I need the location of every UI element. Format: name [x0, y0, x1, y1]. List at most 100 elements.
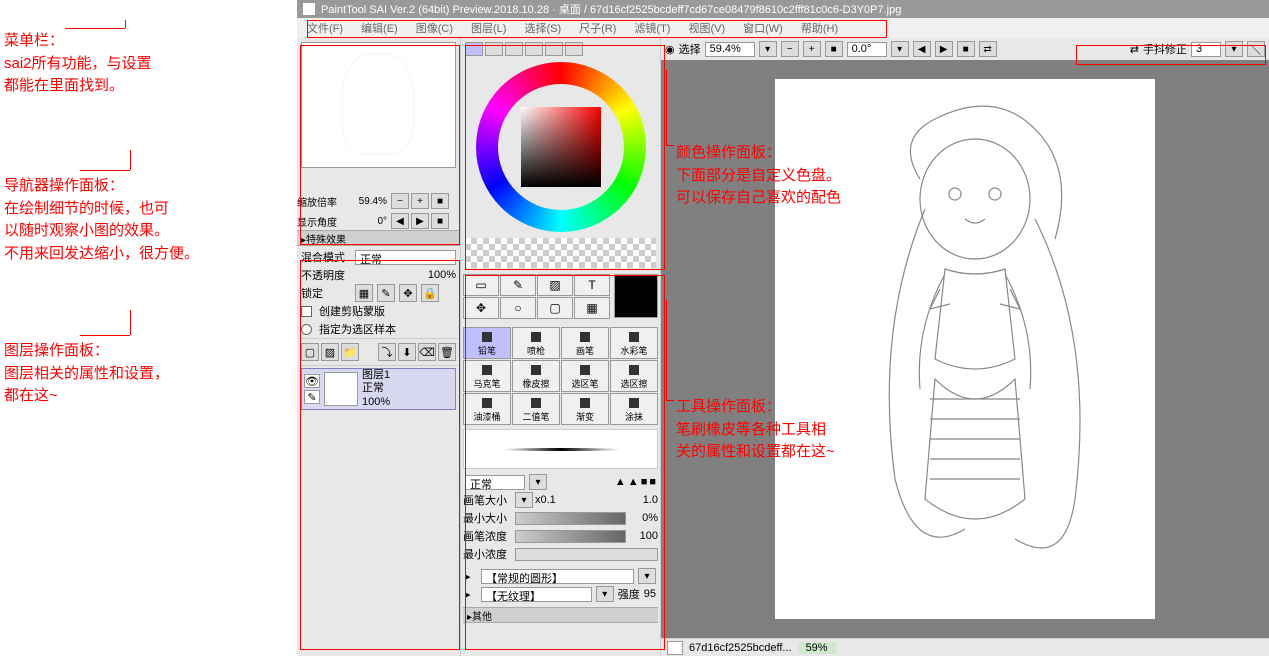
tool-move[interactable]: ✥ — [463, 297, 499, 319]
brush-selpen[interactable]: 选区笔 — [561, 360, 609, 392]
color-scratch-tab[interactable] — [565, 42, 583, 56]
brush-mode-down-icon[interactable]: ▾ — [529, 474, 547, 490]
stabilizer-flip-icon[interactable]: ⇄ — [1130, 43, 1139, 56]
tool-lasso[interactable]: ✎ — [500, 274, 536, 296]
delete-layer-icon[interactable]: 🗑 — [438, 343, 456, 361]
clear-layer-icon[interactable]: ⌫ — [418, 343, 436, 361]
canvas-angle-right[interactable]: ▶ — [935, 41, 953, 57]
seltemplate-radio[interactable] — [301, 324, 312, 335]
size-toggle[interactable]: ▾ — [515, 492, 533, 508]
edge-shape-2[interactable]: ▲ — [628, 476, 639, 488]
brush-eraser[interactable]: 橡皮擦 — [512, 360, 560, 392]
canvas-zoom-minus[interactable]: − — [781, 41, 799, 57]
opacity-value[interactable]: 100% — [355, 269, 456, 281]
menu-layer[interactable]: 图层(L) — [471, 20, 506, 36]
edge-shape-4[interactable]: ■ — [649, 476, 656, 488]
lock-paint-icon[interactable]: ✎ — [377, 284, 395, 302]
brush-mode-dropdown[interactable]: 正常 — [465, 475, 525, 490]
brush-gradient[interactable]: 渐变 — [561, 393, 609, 425]
lock-move-icon[interactable]: ✥ — [399, 284, 417, 302]
menu-filter[interactable]: 滤镜(T) — [634, 20, 670, 36]
lock-all-icon[interactable]: 🔒 — [421, 284, 439, 302]
footer-thumb[interactable] — [667, 641, 683, 655]
canvas-flip[interactable]: ⇄ — [979, 41, 997, 57]
brush-binary[interactable]: 二值笔 — [512, 393, 560, 425]
tool-magic-wand[interactable]: ▨ — [537, 274, 573, 296]
stabilizer-line-icon[interactable]: ＼ — [1247, 41, 1265, 57]
menu-view[interactable]: 视图(V) — [688, 20, 725, 36]
texture-dropdown[interactable]: 【无纹理】 — [481, 587, 592, 602]
tool-rotate[interactable]: ▢ — [537, 297, 573, 319]
canvas-angle-left[interactable]: ◀ — [913, 41, 931, 57]
blend-dropdown[interactable]: 正常 — [355, 250, 456, 265]
color-wheel-tab[interactable] — [465, 42, 483, 56]
brush-smudge[interactable]: 涂抹 — [610, 393, 658, 425]
new-linework-icon[interactable]: ▨ — [321, 343, 339, 361]
angle-left-button[interactable]: ◀ — [391, 213, 409, 229]
other-header[interactable]: ▸其他 — [463, 607, 658, 623]
canvas-angle-reset[interactable]: ■ — [957, 41, 975, 57]
edge-shape-1[interactable]: ▲ — [615, 476, 626, 488]
menu-select[interactable]: 选择(S) — [524, 20, 561, 36]
swatch-area[interactable] — [465, 238, 656, 268]
color-rgb-tab[interactable] — [485, 42, 503, 56]
lock-pixel-icon[interactable]: ▦ — [355, 284, 373, 302]
new-folder-icon[interactable]: 📁 — [341, 343, 359, 361]
zoom-reset-button[interactable]: ■ — [431, 193, 449, 209]
transfer-down-icon[interactable]: ⤵ — [378, 343, 396, 361]
zoom-minus-button[interactable]: − — [391, 193, 409, 209]
canvas-zoom-plus[interactable]: + — [803, 41, 821, 57]
tool-zoom[interactable]: ○ — [500, 297, 536, 319]
merge-down-icon[interactable]: ⬇ — [398, 343, 416, 361]
shape-down-icon[interactable]: ▾ — [638, 568, 656, 584]
canvas-zoom-down-icon[interactable]: ▾ — [759, 41, 777, 57]
brush-brush[interactable]: 画笔 — [561, 327, 609, 359]
density-slider[interactable] — [515, 530, 626, 543]
fx-header[interactable]: ▸特殊效果 — [297, 230, 460, 246]
menu-file[interactable]: 文件(F) — [307, 20, 343, 36]
angle-reset-button[interactable]: ■ — [431, 213, 449, 229]
brush-pencil[interactable]: 铅笔 — [463, 327, 511, 359]
stabilizer-down-icon[interactable]: ▾ — [1225, 41, 1243, 57]
brush-marker[interactable]: 马克笔 — [463, 360, 511, 392]
size-value[interactable]: 1.0 — [558, 494, 658, 506]
new-layer-icon[interactable]: ▢ — [301, 343, 319, 361]
texture-down-icon[interactable]: ▾ — [596, 586, 614, 602]
color-swatch-tab[interactable] — [545, 42, 563, 56]
menu-ruler[interactable]: 尺子(R) — [579, 20, 616, 36]
clip-checkbox[interactable] — [301, 306, 312, 317]
color-square[interactable] — [521, 107, 601, 187]
color-wheel[interactable] — [476, 62, 646, 232]
menu-help[interactable]: 帮助(H) — [801, 20, 838, 36]
canvas-angle-down-icon[interactable]: ▾ — [891, 41, 909, 57]
brush-watercolor[interactable]: 水彩笔 — [610, 327, 658, 359]
zoom-plus-button[interactable]: + — [411, 193, 429, 209]
minsize-slider[interactable] — [515, 512, 626, 525]
color-hsv-tab[interactable] — [505, 42, 523, 56]
mindensity-slider[interactable] — [515, 548, 658, 561]
canvas-zoom-reset[interactable]: ■ — [825, 41, 843, 57]
edge-shape-3[interactable]: ■ — [641, 476, 648, 488]
texture-expand-icon[interactable]: ▸ — [465, 588, 477, 601]
brush-seleraser[interactable]: 选区擦 — [610, 360, 658, 392]
current-color[interactable] — [614, 274, 658, 318]
stabilizer-value[interactable]: 3 — [1191, 42, 1221, 57]
menu-window[interactable]: 窗口(W) — [743, 20, 783, 36]
menu-edit[interactable]: 编辑(E) — [361, 20, 398, 36]
layer-visibility-icon[interactable]: 👁 — [304, 374, 320, 388]
shape-expand-icon[interactable]: ▸ — [465, 570, 477, 583]
menu-image[interactable]: 图像(C) — [416, 20, 453, 36]
angle-right-button[interactable]: ▶ — [411, 213, 429, 229]
layer-edit-icon[interactable]: ✎ — [304, 390, 320, 404]
tool-text[interactable]: T — [574, 274, 610, 296]
color-mixer-tab[interactable] — [525, 42, 543, 56]
layer-item[interactable]: 👁 ✎ 图层1 正常 100% — [301, 368, 456, 410]
navigator-thumbnail[interactable] — [301, 42, 456, 168]
brush-bucket[interactable]: 油漆桶 — [463, 393, 511, 425]
shape-dropdown[interactable]: 【常规的圆形】 — [481, 569, 634, 584]
canvas-angle-value[interactable]: 0.0° — [847, 42, 887, 57]
tool-rect-select[interactable]: ▭ — [463, 274, 499, 296]
tool-hand[interactable]: ▦ — [574, 297, 610, 319]
brush-airbrush[interactable]: 喷枪 — [512, 327, 560, 359]
canvas-zoom-value[interactable]: 59.4% — [705, 42, 755, 57]
